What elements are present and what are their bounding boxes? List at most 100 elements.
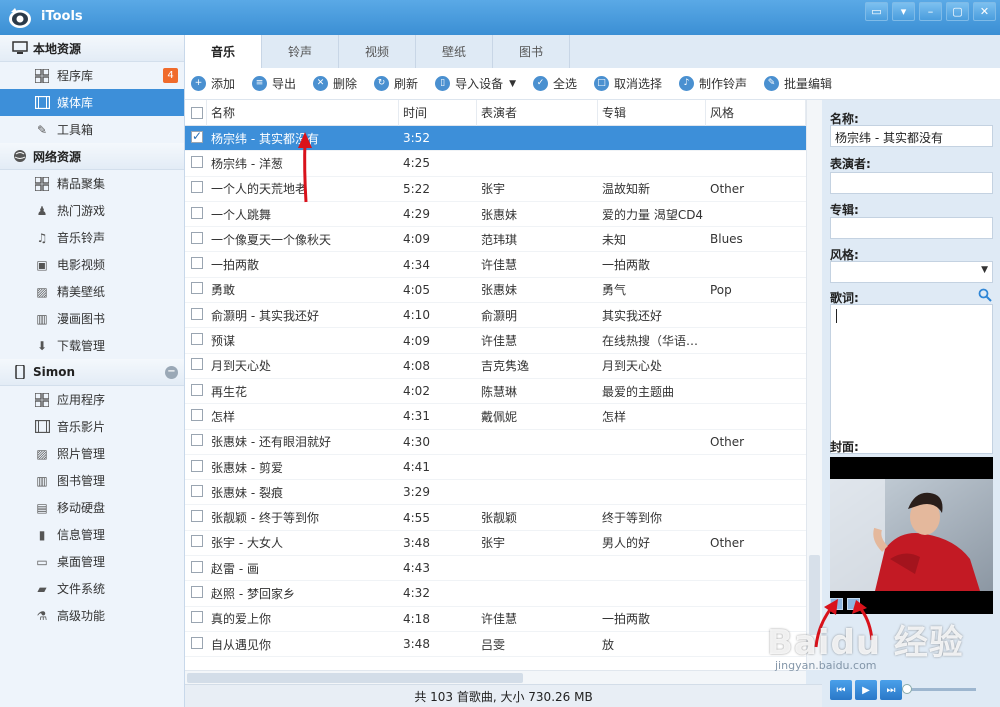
checkbox[interactable] <box>191 434 203 447</box>
checkbox[interactable] <box>191 155 203 168</box>
tab-music[interactable]: 音乐 <box>185 35 262 68</box>
sidebar-item-messages[interactable]: ▮ 信息管理 <box>0 521 184 548</box>
volume-knob[interactable] <box>902 684 912 694</box>
feedback-icon[interactable]: ▭ <box>865 2 888 21</box>
sidebar-item-desktop[interactable]: ▭ 桌面管理 <box>0 548 184 575</box>
checkbox[interactable] <box>191 560 203 573</box>
table-row[interactable]: 赵雷 - 画 4:43 <box>185 556 806 582</box>
chevron-down-icon[interactable]: ▼ <box>509 79 516 89</box>
album-cover[interactable] <box>830 457 993 614</box>
table-row[interactable]: 自从遇见你 3:48 吕雯 放 <box>185 632 806 658</box>
table-row[interactable]: 一个像夏天一个像秋天 4:09 范玮琪 未知 Blues <box>185 227 806 253</box>
table-row[interactable]: 杨宗纬 - 洋葱 4:25 <box>185 151 806 177</box>
column-name[interactable]: 名称 <box>207 100 399 126</box>
batch-edit-button[interactable]: ✎ 批量编辑 <box>764 75 832 92</box>
table-row[interactable]: 预谋 4:09 许佳慧 在线热搜（华语）… <box>185 328 806 354</box>
sidebar-item-photos[interactable]: ▨ 照片管理 <box>0 440 184 467</box>
volume-slider[interactable] <box>902 684 976 694</box>
sidebar-item-disk[interactable]: ▤ 移动硬盘 <box>0 494 184 521</box>
sidebar-section-network[interactable]: 网络资源 <box>0 143 184 170</box>
chevron-down-icon[interactable]: ▼ <box>981 265 988 275</box>
previous-icon[interactable]: ⏮ <box>830 680 852 700</box>
next-icon[interactable]: ⏭ <box>880 680 902 700</box>
table-row[interactable]: 赵照 - 梦回家乡 4:32 <box>185 581 806 607</box>
minimize-icon[interactable]: – <box>919 2 942 21</box>
checkbox[interactable] <box>191 333 203 346</box>
collapse-icon[interactable]: − <box>165 366 178 379</box>
table-row[interactable]: 一个人跳舞 4:29 张惠妹 爱的力量 渴望CD4 <box>185 202 806 228</box>
table-row[interactable]: 张惠妹 - 剪爱 4:41 <box>185 455 806 481</box>
tab-books[interactable]: 图书 <box>493 35 570 68</box>
sidebar-item-games[interactable]: ♟ 热门游戏 <box>0 197 184 224</box>
close-icon[interactable]: ✕ <box>973 2 996 21</box>
export-button[interactable]: ≡ 导出 <box>252 75 296 92</box>
checkbox[interactable] <box>191 510 203 523</box>
checkbox[interactable] <box>191 358 203 371</box>
sidebar-item-featured[interactable]: 精品聚集 <box>0 170 184 197</box>
album-field[interactable] <box>830 217 993 239</box>
deselect-button[interactable]: □ 取消选择 <box>594 75 662 92</box>
select-all-button[interactable]: ✓ 全选 <box>533 75 577 92</box>
table-row[interactable]: 张宇 - 大女人 3:48 张宇 男人的好 Other <box>185 531 806 557</box>
tab-ringtones[interactable]: 铃声 <box>262 35 339 68</box>
checkbox[interactable] <box>191 459 203 472</box>
genre-select[interactable]: ▼ <box>830 261 993 283</box>
sidebar-section-local[interactable]: 本地资源 <box>0 35 184 62</box>
column-time[interactable]: 时间 <box>399 100 477 126</box>
checkbox[interactable] <box>191 231 203 244</box>
table-row[interactable]: 勇敢 4:05 张惠妹 勇气 Pop <box>185 278 806 304</box>
table-row[interactable]: 一个人的天荒地老 5:22 张宇 温故知新 Other <box>185 177 806 202</box>
make-ringtone-button[interactable]: ♪ 制作铃声 <box>679 75 747 92</box>
checkbox[interactable] <box>191 611 203 624</box>
search-icon[interactable] <box>978 288 992 302</box>
checkbox[interactable] <box>191 206 203 219</box>
table-row[interactable]: 杨宗纬 - 其实都没有3:52 <box>185 126 806 152</box>
horizontal-scrollbar[interactable] <box>185 670 806 684</box>
sidebar-item-advanced[interactable]: ⚗ 高级功能 <box>0 602 184 629</box>
import-device-button[interactable]: ▯ 导入设备 ▼ <box>435 75 516 92</box>
table-row[interactable]: 怎样 4:31 戴佩妮 怎样 <box>185 404 806 430</box>
checkbox[interactable] <box>191 484 203 497</box>
refresh-button[interactable]: ↻ 刷新 <box>374 75 418 92</box>
column-genre[interactable]: 风格 <box>706 100 806 126</box>
sidebar-item-apps[interactable]: 程序库 4 <box>0 62 184 89</box>
delete-button[interactable]: ✕ 删除 <box>313 75 357 92</box>
play-icon[interactable]: ▶ <box>855 680 877 700</box>
table-row[interactable]: 俞灏明 - 其实我还好 4:10 俞灏明 其实我还好 <box>185 303 806 329</box>
artist-field[interactable] <box>830 172 993 194</box>
tab-videos[interactable]: 视频 <box>339 35 416 68</box>
checkbox[interactable] <box>191 106 203 119</box>
sidebar-item-music-video[interactable]: 音乐影片 <box>0 413 184 440</box>
table-row[interactable]: 张惠妹 - 裂痕 3:29 <box>185 480 806 506</box>
sidebar-item-books[interactable]: ▥ 图书管理 <box>0 467 184 494</box>
vertical-scrollbar[interactable] <box>806 100 822 670</box>
sidebar-item-filesystem[interactable]: ▰ 文件系统 <box>0 575 184 602</box>
menu-icon[interactable]: ▾ <box>892 2 915 21</box>
name-field[interactable]: 杨宗纬 - 其实都没有 <box>830 125 993 147</box>
checkbox[interactable] <box>191 282 203 295</box>
checkbox[interactable] <box>191 408 203 421</box>
add-button[interactable]: + 添加 <box>191 75 235 92</box>
checkbox[interactable] <box>191 535 203 548</box>
select-all-checkbox[interactable] <box>185 100 207 126</box>
maximize-icon[interactable]: ▢ <box>946 2 969 21</box>
table-row[interactable]: 月到天心处 4:08 吉克隽逸 月到天心处 <box>185 354 806 379</box>
checkbox[interactable] <box>191 636 203 649</box>
table-row[interactable]: 张靓颖 - 终于等到你 4:55 张靓颖 终于等到你 <box>185 505 806 531</box>
checkbox[interactable] <box>191 181 203 194</box>
sidebar-item-downloads[interactable]: ⬇ 下载管理 <box>0 332 184 359</box>
tab-wallpapers[interactable]: 壁纸 <box>416 35 493 68</box>
table-row[interactable]: 一拍两散 4:34 许佳慧 一拍两散 <box>185 252 806 278</box>
sidebar-section-device[interactable]: Simon − <box>0 359 184 386</box>
sidebar-item-comics[interactable]: ▥ 漫画图书 <box>0 305 184 332</box>
sidebar-item-ringtones[interactable]: ♫ 音乐铃声 <box>0 224 184 251</box>
table-row[interactable]: 再生花 4:02 陈慧琳 最爱的主题曲 <box>185 379 806 405</box>
checkbox[interactable] <box>191 585 203 598</box>
sidebar-item-media[interactable]: 媒体库 <box>0 89 184 116</box>
scrollbar-thumb[interactable] <box>187 673 523 683</box>
column-artist[interactable]: 表演者 <box>477 100 598 126</box>
table-row[interactable]: 张惠妹 - 还有眼泪就好 4:30 Other <box>185 430 806 455</box>
table-row[interactable]: 真的爱上你 4:18 许佳慧 一拍两散 <box>185 607 806 632</box>
checkbox[interactable] <box>191 307 203 320</box>
lyrics-textarea[interactable] <box>830 304 993 454</box>
